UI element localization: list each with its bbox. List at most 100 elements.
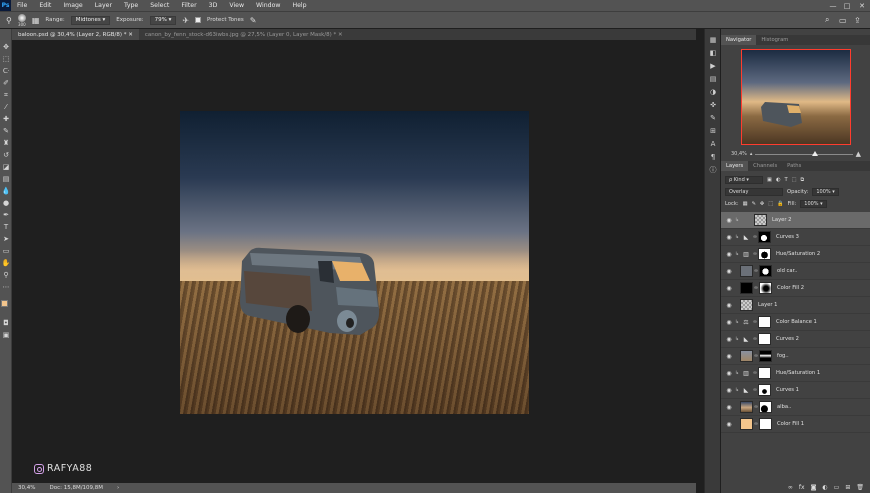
layer-mask-thumbnail[interactable] <box>759 401 772 413</box>
pressure-icon[interactable]: ✎ <box>250 16 257 25</box>
layer-name[interactable]: Color Fill 2 <box>777 285 804 291</box>
filter-shape-icon[interactable]: ⬚ <box>792 177 797 183</box>
layer-mask-thumbnail[interactable] <box>758 333 771 345</box>
menu-type[interactable]: Type <box>118 2 144 9</box>
workspace-icon[interactable]: ▭ <box>839 16 847 25</box>
layer-row[interactable]: ◉ ↳ ▥ ∞ Hue/Saturation 1 <box>721 365 870 382</box>
filter-type-icon[interactable]: T <box>784 177 787 183</box>
history-brush-tool-icon[interactable]: ↺ <box>0 149 12 161</box>
delete-layer-icon[interactable]: 🗑 <box>856 484 864 491</box>
lock-transparent-icon[interactable]: ▦ <box>743 201 748 207</box>
layer-mask-thumbnail[interactable] <box>758 367 771 379</box>
navigator-view-box[interactable] <box>741 49 851 145</box>
layer-mask-thumbnail[interactable] <box>759 282 772 294</box>
lock-position-icon[interactable]: ✥ <box>760 201 764 207</box>
dodge-tool-button-icon[interactable]: ● <box>0 197 12 209</box>
eraser-tool-icon[interactable]: ◪ <box>0 161 12 173</box>
navigator-preview[interactable] <box>741 49 851 145</box>
airbrush-icon[interactable]: ✈ <box>182 16 189 25</box>
healing-tool-icon[interactable]: ✚ <box>0 113 12 125</box>
clone-source-panel-icon[interactable]: ⊞ <box>705 124 721 137</box>
dodge-tool-icon[interactable]: ⚲ <box>6 16 12 25</box>
shape-tool-icon[interactable]: ▭ <box>0 245 12 257</box>
hand-tool-icon[interactable]: ✋ <box>0 257 12 269</box>
new-group-icon[interactable]: ▭ <box>834 484 840 491</box>
filter-smart-icon[interactable]: ⧉ <box>801 177 805 184</box>
minimize-button[interactable]: — <box>826 0 840 11</box>
adjustments-panel-icon[interactable]: ◑ <box>705 85 721 98</box>
visibility-eye-icon[interactable]: ◉ <box>724 319 734 326</box>
menu-filter[interactable]: Filter <box>175 2 202 9</box>
layer-row[interactable]: ◉ ↳ ▥ ∞ Hue/Saturation 2 <box>721 246 870 263</box>
paragraph-panel-icon[interactable]: ¶ <box>705 150 721 163</box>
visibility-eye-icon[interactable]: ◉ <box>724 387 734 394</box>
tab-paths[interactable]: Paths <box>782 161 806 171</box>
layer-mask-thumbnail[interactable] <box>758 231 771 243</box>
tab-channels[interactable]: Channels <box>748 161 782 171</box>
info-panel-icon[interactable]: ⓘ <box>705 163 721 176</box>
lasso-tool-icon[interactable]: ᑢ <box>0 65 12 77</box>
path-select-tool-icon[interactable]: ➤ <box>0 233 12 245</box>
filter-adjustment-icon[interactable]: ◐ <box>776 177 781 183</box>
layer-row[interactable]: ◉ ↳ ◣ ∞ Curves 3 <box>721 229 870 246</box>
zoom-level[interactable]: 30,4% <box>18 485 35 491</box>
foreground-color-swatch[interactable] <box>1 300 8 307</box>
layer-row[interactable]: ◉ ∞ fog.. <box>721 348 870 365</box>
visibility-eye-icon[interactable]: ◉ <box>724 268 734 275</box>
zoom-tool-icon[interactable]: ⚲ <box>0 269 12 281</box>
share-icon[interactable]: ⇪ <box>854 16 861 25</box>
actions-panel-icon[interactable]: ▶ <box>705 59 721 72</box>
layer-name[interactable]: Hue/Saturation 2 <box>776 251 820 257</box>
add-mask-icon[interactable]: ◙ <box>811 484 817 491</box>
layer-name[interactable]: old car.. <box>777 268 798 274</box>
menu-view[interactable]: View <box>223 2 250 9</box>
clone-stamp-tool-icon[interactable]: ♜ <box>0 137 12 149</box>
visibility-eye-icon[interactable]: ◉ <box>724 370 734 377</box>
visibility-eye-icon[interactable]: ◉ <box>724 251 734 258</box>
visibility-eye-icon[interactable]: ◉ <box>724 285 734 292</box>
zoom-slider-knob[interactable] <box>811 150 818 156</box>
move-tool-icon[interactable]: ✥ <box>0 41 12 53</box>
visibility-eye-icon[interactable]: ◉ <box>724 421 734 428</box>
crop-tool-icon[interactable]: ⌗ <box>0 89 12 101</box>
menu-file[interactable]: File <box>11 2 33 9</box>
layer-name[interactable]: alba.. <box>777 404 791 410</box>
pen-tool-icon[interactable]: ✒ <box>0 209 12 221</box>
layer-row[interactable]: ◉ ∞ old car.. <box>721 263 870 280</box>
document-canvas-image[interactable] <box>180 111 529 414</box>
exposure-field[interactable]: 79% ▾ <box>149 15 177 25</box>
marquee-tool-icon[interactable]: ⬚ <box>0 53 12 65</box>
gradient-tool-icon[interactable]: ▤ <box>0 173 12 185</box>
layer-mask-thumbnail[interactable] <box>758 248 771 260</box>
tab-navigator[interactable]: Navigator <box>721 35 757 45</box>
layer-mask-thumbnail[interactable] <box>758 316 771 328</box>
eyedropper-tool-icon[interactable]: ⁄ <box>0 101 12 113</box>
layer-name[interactable]: Layer 2 <box>772 217 791 223</box>
layer-mask-thumbnail[interactable] <box>759 418 772 430</box>
brushes-panel-icon[interactable]: ✎ <box>705 111 721 124</box>
search-icon[interactable]: ⌕ <box>825 15 829 25</box>
blur-tool-icon[interactable]: 💧 <box>0 185 12 197</box>
layer-name[interactable]: Layer 1 <box>758 302 777 308</box>
opacity-field[interactable]: 100% ▾ <box>812 188 839 196</box>
visibility-eye-icon[interactable]: ◉ <box>724 404 734 411</box>
filter-pixel-icon[interactable]: ▣ <box>767 177 772 183</box>
range-select[interactable]: Midtones ▾ <box>70 15 111 25</box>
lock-pixels-icon[interactable]: ✎ <box>751 201 755 207</box>
new-adjustment-icon[interactable]: ◐ <box>822 484 827 491</box>
tab-layers[interactable]: Layers <box>721 161 749 171</box>
brush-settings-icon[interactable]: ▦ <box>32 16 40 25</box>
tab-histogram[interactable]: Histogram <box>756 35 793 45</box>
zoom-in-icon[interactable]: ▲ <box>856 150 861 158</box>
visibility-eye-icon[interactable]: ◉ <box>724 336 734 343</box>
layer-name[interactable]: Curves 1 <box>776 387 799 393</box>
styles-panel-icon[interactable]: ✜ <box>705 98 721 111</box>
tab-baloon-psd[interactable]: baloon.psd @ 30,4% (Layer 2, RGB/8) * ✕ <box>12 29 139 40</box>
properties-panel-icon[interactable]: ◧ <box>705 46 721 59</box>
menu-image[interactable]: Image <box>57 2 88 9</box>
navigator-zoom-slider[interactable] <box>755 150 853 156</box>
type-tool-icon[interactable]: T <box>0 221 12 233</box>
close-window-button[interactable]: ✕ <box>855 0 869 11</box>
layer-name[interactable]: Curves 2 <box>776 336 799 342</box>
lock-all-icon[interactable]: 🔒 <box>777 201 783 207</box>
